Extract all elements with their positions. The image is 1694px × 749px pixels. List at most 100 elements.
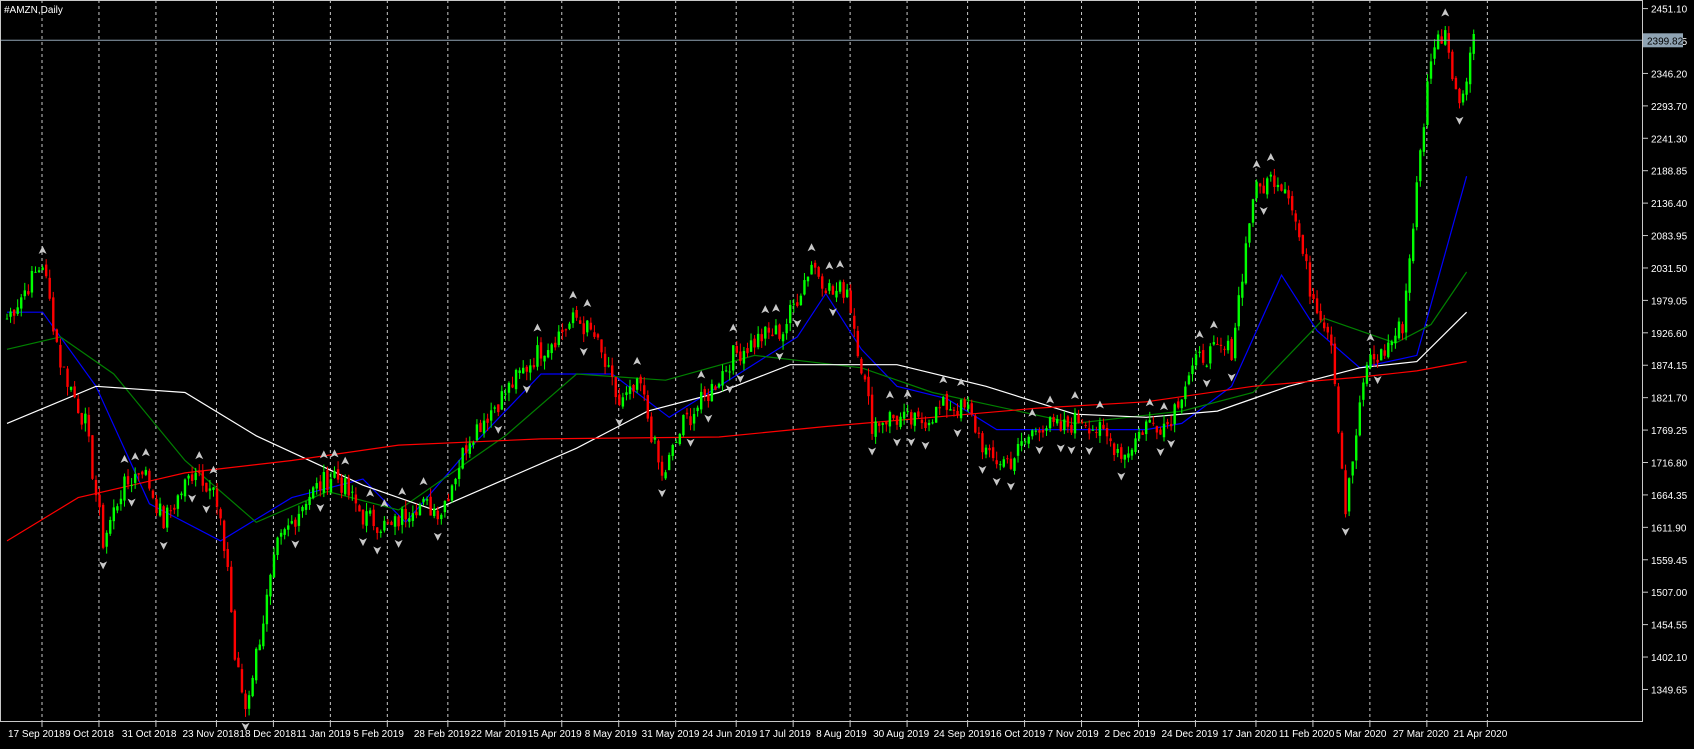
candle-body <box>98 494 101 508</box>
candle-body <box>1323 322 1326 329</box>
candle-body <box>1145 421 1148 435</box>
candle-body <box>853 315 856 329</box>
candle-body <box>301 506 304 512</box>
candle-body <box>1383 350 1386 356</box>
candle-body <box>187 475 190 479</box>
candle-body <box>12 309 16 316</box>
candle-body <box>1290 196 1294 211</box>
candle-body <box>1187 375 1191 385</box>
candle-body <box>1404 290 1408 333</box>
candle-body <box>1444 30 1447 45</box>
chart-window[interactable]: 2451.102398.652346.202293.702241.302188.… <box>0 0 1694 744</box>
candle-body <box>16 307 19 314</box>
candle-body <box>878 423 881 426</box>
candle-body <box>215 488 219 507</box>
time-tick-label: 5 Mar 2020 <box>1336 729 1387 740</box>
candle-body <box>1298 223 1301 238</box>
candle-body <box>1447 33 1450 53</box>
candle-body <box>194 472 197 481</box>
candle-body <box>931 422 934 424</box>
time-tick-label: 2 Dec 2019 <box>1104 729 1156 740</box>
candle-body <box>322 472 326 493</box>
candle-body <box>1020 441 1023 446</box>
candle-body <box>304 503 308 510</box>
candle-body <box>1408 258 1411 293</box>
time-tick-label: 17 Sep 2018 <box>8 729 65 740</box>
candle-body <box>1191 365 1194 375</box>
candle-body <box>824 290 827 294</box>
price-tick-label: 1979.05 <box>1651 296 1688 307</box>
candle-body <box>956 410 959 416</box>
candle-body <box>504 393 507 395</box>
candle-body <box>881 423 884 425</box>
candle-body <box>183 479 187 497</box>
candle-body <box>981 433 984 453</box>
candle-body <box>1248 223 1251 243</box>
candle-body <box>1387 342 1390 358</box>
candle-body <box>1045 428 1048 431</box>
candle-body <box>1454 77 1458 90</box>
candle-body <box>749 340 753 352</box>
time-tick-label: 17 Jan 2020 <box>1222 729 1277 740</box>
candle-body <box>696 407 699 412</box>
candle-body <box>457 468 461 479</box>
candle-body <box>52 297 55 332</box>
candle-body <box>326 470 329 491</box>
candle-body <box>988 447 991 451</box>
candle-body <box>1038 430 1041 433</box>
candle-body <box>817 267 820 277</box>
candle-body <box>1251 199 1255 223</box>
candle-body <box>1177 401 1180 408</box>
candle-body <box>1212 342 1216 345</box>
candle-body <box>126 476 130 485</box>
candle-body <box>287 525 290 530</box>
candle-body <box>158 503 162 516</box>
candle-body <box>1273 175 1276 188</box>
candle-body <box>443 500 447 513</box>
candle-body <box>1209 346 1212 364</box>
candle-body <box>169 510 172 512</box>
candle-body <box>554 342 557 348</box>
candle-body <box>276 537 279 555</box>
candle-body <box>162 506 165 529</box>
candle-body <box>1162 423 1166 438</box>
candle-body <box>1088 428 1091 434</box>
candle-body <box>917 411 920 417</box>
candle-body <box>1184 386 1187 400</box>
candle-body <box>48 277 51 299</box>
candle-body <box>27 291 30 295</box>
price-tick-label: 2031.50 <box>1651 264 1688 275</box>
candle-body <box>59 344 62 368</box>
candle-body <box>564 329 568 331</box>
candle-body <box>255 648 258 681</box>
candle-body <box>767 327 771 333</box>
candle-body <box>571 312 575 324</box>
candle-body <box>1347 478 1351 512</box>
candle-body <box>1379 349 1383 361</box>
candle-body <box>368 510 372 514</box>
candle-body <box>1369 354 1372 368</box>
candle-body <box>41 267 44 271</box>
candle-body <box>1034 430 1038 432</box>
candle-body <box>244 693 247 710</box>
candle-body <box>190 474 194 481</box>
candle-body <box>465 445 468 454</box>
candle-body <box>514 369 518 390</box>
candle-body <box>1216 344 1219 346</box>
price-chart[interactable]: 2451.102398.652346.202293.702241.302188.… <box>0 0 1694 744</box>
candle-body <box>319 481 322 491</box>
candle-body <box>974 415 977 433</box>
candle-body <box>618 394 621 405</box>
candle-body <box>1412 228 1415 262</box>
candle-body <box>1308 262 1312 297</box>
candle-body <box>1052 416 1055 422</box>
candle-body <box>856 330 860 357</box>
candle-body <box>240 669 244 693</box>
price-tick-label: 2136.40 <box>1651 199 1688 210</box>
candle-body <box>1141 432 1144 435</box>
candle-body <box>991 447 995 459</box>
candle-body <box>258 644 261 651</box>
candle-body <box>536 345 539 367</box>
candle-body <box>112 507 115 522</box>
candle-body <box>372 509 375 527</box>
